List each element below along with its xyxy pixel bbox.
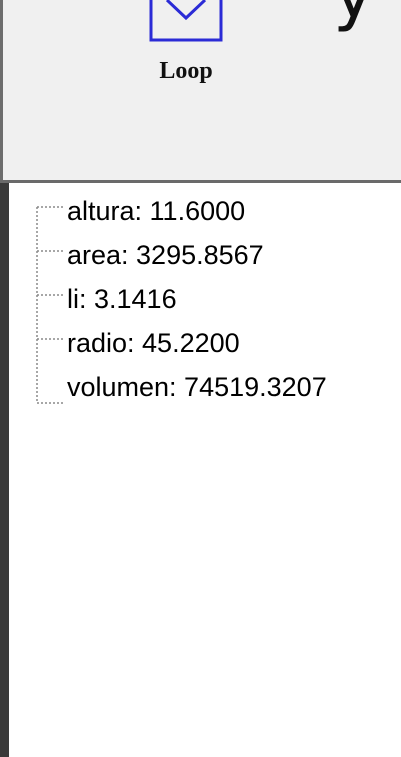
- tree-item-radio[interactable]: radio: 45.2200: [67, 321, 327, 365]
- tree-item-li[interactable]: li: 3.1416: [67, 277, 327, 321]
- loop-icon: [149, 0, 223, 42]
- variables-tree: altura: 11.6000 area: 3295.8567 li: 3.14…: [67, 189, 327, 409]
- loop-label: Loop: [159, 58, 213, 84]
- tree-item-area[interactable]: area: 3295.8567: [67, 233, 327, 277]
- window: y Loop altura: 11.6000 area: 3295.8567 l…: [0, 0, 401, 757]
- tree-item-altura[interactable]: altura: 11.6000: [67, 189, 327, 233]
- partial-title-glyph: y: [333, 0, 374, 28]
- tree-item-volumen[interactable]: volumen: 74519.3207: [67, 365, 327, 409]
- loop-button[interactable]: Loop: [111, 0, 261, 110]
- variables-tree-panel: altura: 11.6000 area: 3295.8567 li: 3.14…: [0, 183, 401, 757]
- toolbar: y Loop: [0, 0, 401, 180]
